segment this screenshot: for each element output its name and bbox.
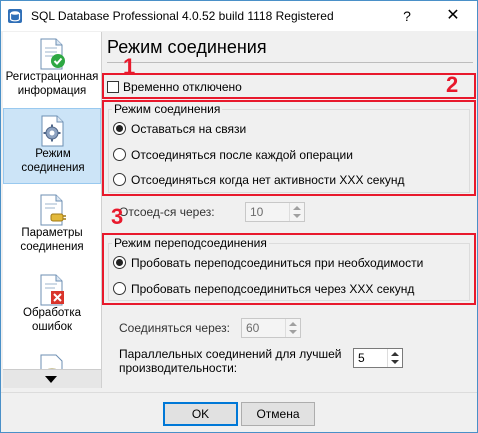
- annotation-number: 3: [111, 204, 124, 229]
- disconnect-when-idle-label: Отсоединяться когда нет активности XXX с…: [131, 173, 405, 187]
- connect-after-value: 60: [246, 321, 260, 335]
- title-divider: [107, 62, 473, 63]
- reconnect-after-interval-radio[interactable]: [113, 282, 126, 295]
- stepper-arrows[interactable]: [285, 319, 300, 337]
- chevron-down-icon: [289, 330, 297, 334]
- sidebar-item-error-handling[interactable]: Обработка ошибок: [3, 268, 101, 344]
- document-plug-icon: [40, 194, 66, 226]
- close-button[interactable]: ✕: [433, 3, 473, 29]
- sidebar-item-connection-mode[interactable]: Режим соединения: [3, 108, 101, 184]
- sidebar-item-label: Регистрационная информация: [5, 71, 99, 97]
- chevron-up-icon: [391, 352, 399, 356]
- reconnect-when-needed-label: Пробовать переподсоединиться при необход…: [131, 256, 424, 270]
- dialog-footer: OK Отмена: [1, 392, 477, 432]
- sidebar-item-registration[interactable]: Регистрационная информация: [3, 32, 101, 108]
- stepper-arrows[interactable]: [387, 349, 402, 367]
- chevron-down-icon: [391, 360, 399, 364]
- document-error-icon: [40, 274, 64, 306]
- stay-connected-label: Оставаться на связи: [131, 122, 247, 136]
- temp-disabled-label: Временно отключено: [123, 80, 242, 94]
- parallel-connections-value: 5: [358, 351, 365, 365]
- help-button[interactable]: ?: [393, 6, 421, 26]
- sidebar-item-connection-params[interactable]: Параметры соединения: [3, 188, 101, 264]
- app-icon: [8, 9, 22, 23]
- ok-button[interactable]: OK: [163, 402, 238, 426]
- sidebar-item-label: Параметры соединения: [20, 227, 84, 253]
- disconnect-after-stepper[interactable]: 10: [245, 202, 305, 222]
- parallel-connections-label-line1: Параллельных соединений для лучшей: [119, 347, 342, 361]
- connect-after-label: Соединяться через:: [119, 321, 231, 335]
- disconnect-after-each-op-radio[interactable]: [113, 148, 126, 161]
- dialog-window: SQL Database Professional 4.0.52 build 1…: [0, 0, 478, 433]
- parallel-connections-label-line2: производительности:: [119, 361, 238, 375]
- stay-connected-radio[interactable]: [113, 122, 126, 135]
- temp-disabled-checkbox[interactable]: [107, 81, 119, 93]
- sidebar-scroll-down-button[interactable]: [3, 369, 101, 388]
- reconnect-after-interval-label: Пробовать переподсоединиться через XXX с…: [131, 282, 415, 296]
- gear-document-icon: [41, 115, 64, 147]
- chevron-up-icon: [289, 322, 297, 326]
- chevron-down-icon: [45, 376, 57, 383]
- disconnect-after-value: 10: [250, 205, 264, 219]
- sidebar: Регистрационная информация Режим соедине…: [3, 32, 102, 388]
- annotation-number: 2: [446, 72, 459, 97]
- disconnect-after-label: Отсоед-ся через:: [119, 205, 215, 219]
- reconnect-mode-group-title: Режим переподсоединения: [112, 236, 269, 250]
- reconnect-when-needed-radio[interactable]: [113, 256, 126, 269]
- disconnect-after-each-op-label: Отсоединяться после каждой операции: [131, 148, 353, 162]
- sidebar-item-label: Режим соединения: [21, 148, 85, 174]
- sidebar-item-label: Обработка ошибок: [23, 307, 81, 333]
- window-title: SQL Database Professional 4.0.52 build 1…: [31, 9, 334, 23]
- document-check-icon: [40, 38, 65, 70]
- title-bar[interactable]: SQL Database Professional 4.0.52 build 1…: [1, 1, 477, 31]
- chevron-up-icon: [293, 206, 301, 210]
- connection-mode-group-title: Режим соединения: [112, 102, 223, 116]
- chevron-down-icon: [293, 214, 301, 218]
- cancel-button[interactable]: Отмена: [241, 402, 315, 426]
- connect-after-stepper[interactable]: 60: [241, 318, 301, 338]
- disconnect-when-idle-radio[interactable]: [113, 173, 126, 186]
- stepper-arrows[interactable]: [289, 203, 304, 221]
- parallel-connections-stepper[interactable]: 5: [353, 348, 403, 368]
